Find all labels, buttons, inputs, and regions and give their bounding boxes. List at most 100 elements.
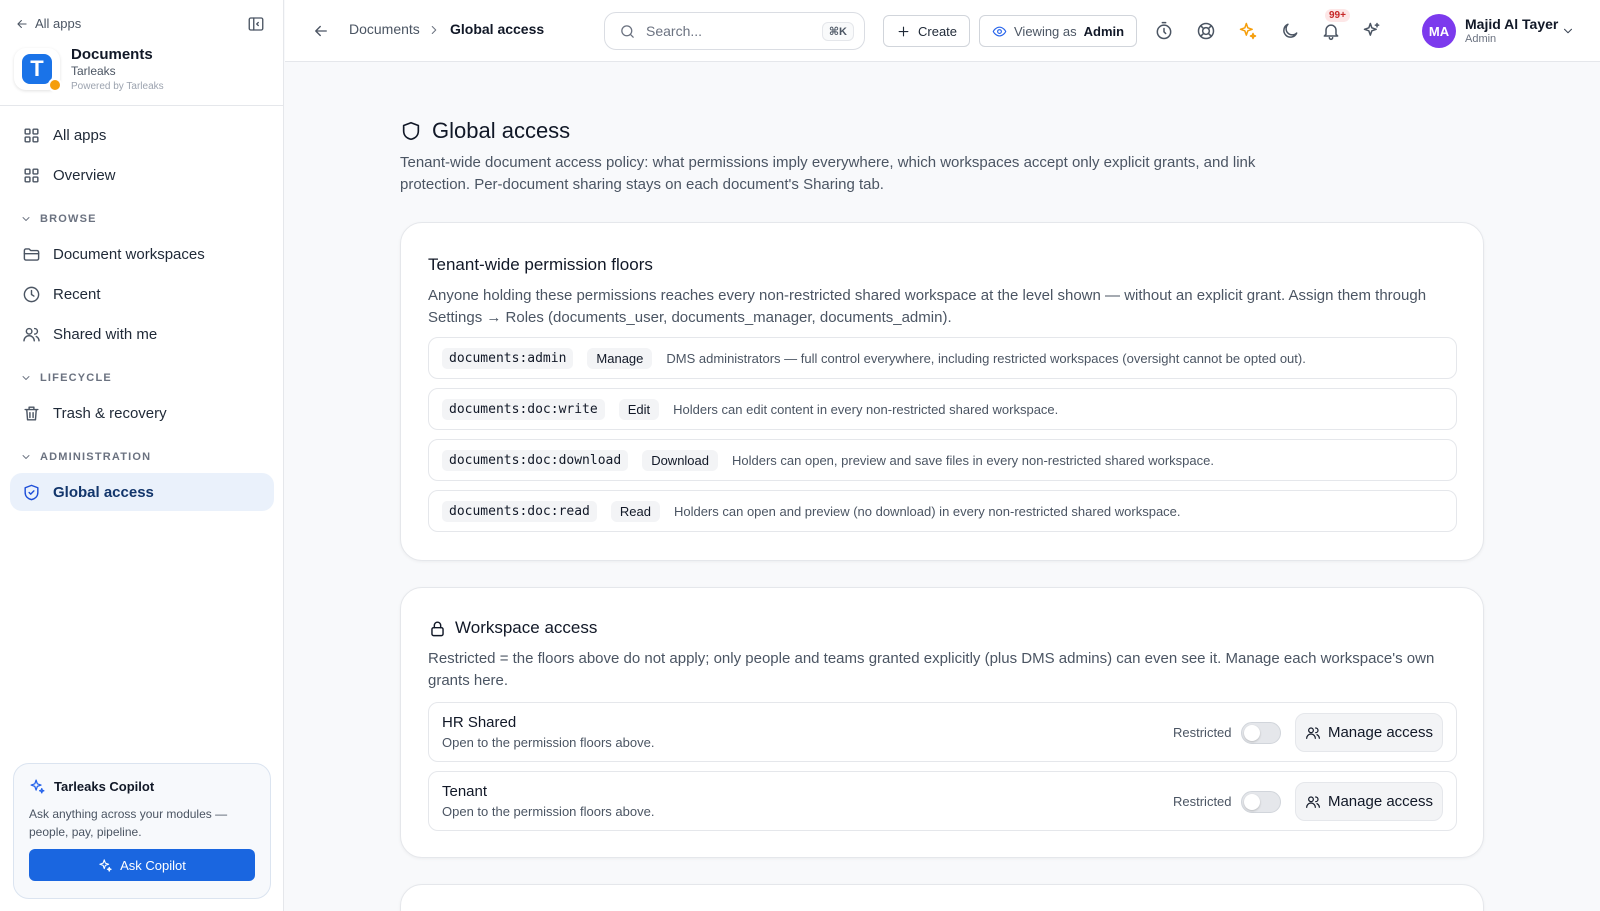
user-avatar[interactable]: MA [1422, 14, 1456, 48]
page-title: Global access [400, 118, 570, 144]
notification-count-badge: 99+ [1325, 9, 1350, 22]
permission-code: documents:admin [442, 347, 574, 369]
workspace-row: HR Shared Open to the permission floors … [428, 702, 1457, 762]
permission-row: documents:admin Manage DMS administrator… [428, 337, 1457, 379]
workspace-access-title: Workspace access [428, 618, 597, 638]
page-description: Tenant-wide document access policy: what… [400, 154, 1256, 193]
shield-check-icon [24, 484, 39, 500]
app-org: Tarleaks [71, 64, 116, 78]
bell-icon[interactable] [1321, 21, 1341, 41]
app-logo: T [14, 48, 62, 92]
sidebar-item-global-access[interactable]: Global access [10, 473, 274, 511]
permission-floors-card: Tenant-wide permission floors Anyone hol… [400, 222, 1484, 561]
back-arrow-icon[interactable] [312, 22, 330, 40]
manage-access-label: Manage access [1327, 793, 1434, 810]
search-icon [621, 24, 634, 38]
manage-access-button[interactable]: Manage access [1295, 713, 1443, 752]
sidebar-item-trash-recovery[interactable]: Trash & recovery [10, 394, 274, 432]
manage-access-button[interactable]: Manage access [1295, 782, 1443, 821]
viewing-as-button[interactable]: Viewing as Admin [979, 15, 1138, 47]
app-powered-by: Powered by Tarleaks [71, 81, 164, 92]
collapse-sidebar-icon[interactable] [247, 15, 265, 33]
permission-description: Holders can edit content in every non-re… [673, 401, 1059, 417]
permission-floors-title: Tenant-wide permission floors [428, 255, 653, 274]
workspace-access-title-text: Workspace access [455, 618, 598, 637]
workspace-name: Tenant [442, 783, 488, 800]
section-label: LIFECYCLE [40, 372, 112, 384]
section-label: BROWSE [40, 213, 97, 225]
create-button[interactable]: Create [883, 15, 971, 47]
sidebar-item-label: Global access [53, 483, 154, 501]
moon-icon[interactable] [1280, 21, 1300, 41]
permission-level-badge: Read [610, 500, 660, 522]
search-input[interactable] [646, 23, 812, 39]
app-logo-badge [48, 78, 62, 92]
workspace-status: Open to the permission floors above. [442, 804, 655, 819]
restricted-toggle[interactable] [1241, 722, 1281, 744]
ask-copilot-label: Ask Copilot [120, 857, 186, 873]
grid-icon [24, 167, 39, 183]
permission-description: Holders can open and preview (no downloa… [673, 503, 1181, 519]
grid-icon [24, 127, 39, 143]
users-icon [1306, 795, 1320, 808]
copilot-description: Ask anything across your modules — peopl… [29, 807, 228, 839]
permission-row: documents:doc:read Read Holders can open… [428, 490, 1457, 532]
sidebar-item-label: Document workspaces [53, 245, 205, 263]
eye-icon [992, 26, 1007, 36]
restricted-toggle[interactable] [1241, 791, 1281, 813]
section-browse-toggle[interactable]: BROWSE [20, 213, 97, 225]
user-name: Majid Al Tayer [1465, 16, 1559, 32]
permission-row: documents:doc:download Download Holders … [428, 439, 1457, 481]
sidebar-item-all-apps[interactable]: All apps [10, 116, 274, 154]
workspace-name: HR Shared [442, 714, 517, 731]
permission-level-badge: Edit [618, 398, 660, 420]
search-box[interactable]: ⌘K [604, 12, 865, 50]
help-lifebuoy-icon[interactable] [1196, 21, 1216, 41]
section-administration-toggle[interactable]: ADMINISTRATION [20, 451, 151, 463]
plus-icon [898, 26, 909, 36]
sidebar: All apps T Documents Tarleaks Powered by… [0, 0, 284, 911]
sidebar-item-recent[interactable]: Recent [10, 275, 274, 313]
sidebar-item-overview[interactable]: Overview [10, 156, 274, 194]
toggle-knob [1244, 794, 1260, 810]
shield-icon [402, 121, 420, 141]
all-apps-label: All apps [35, 16, 82, 31]
app-name: Documents [71, 46, 153, 63]
timer-icon[interactable] [1154, 21, 1174, 41]
permission-description: Holders can open, preview and save files… [732, 452, 1214, 468]
permission-description: DMS administrators — full control everyw… [666, 350, 1306, 366]
page-title-text: Global access [432, 118, 571, 143]
viewing-as-role: Admin [1083, 23, 1125, 39]
chevron-down-icon[interactable] [1561, 24, 1575, 38]
ask-copilot-button[interactable]: Ask Copilot [29, 849, 255, 881]
workspace-access-description: Restricted = the floors above do not app… [428, 650, 1435, 689]
sidebar-item-label: Shared with me [53, 325, 158, 343]
arrow-left-icon [17, 19, 27, 28]
section-lifecycle-toggle[interactable]: LIFECYCLE [20, 372, 112, 384]
breadcrumb-documents[interactable]: Documents [349, 21, 420, 37]
copilot-header: Tarleaks Copilot [29, 778, 255, 795]
users-icon [23, 327, 40, 342]
sidebar-item-document-workspaces[interactable]: Document workspaces [10, 235, 274, 273]
sidebar-item-label: All apps [53, 126, 107, 144]
permission-code: documents:doc:write [442, 398, 605, 420]
lock-icon [431, 621, 444, 636]
app-logo-mark: T [22, 54, 52, 84]
permission-code: documents:doc:download [442, 449, 629, 471]
section-label: ADMINISTRATION [40, 451, 152, 463]
ai-sparkles-icon[interactable] [1362, 21, 1382, 41]
restricted-label: Restricted [1173, 794, 1232, 809]
users-icon [1306, 726, 1320, 739]
copilot-title: Tarleaks Copilot [54, 779, 155, 794]
copilot-card: Tarleaks Copilot Ask anything across you… [13, 763, 271, 899]
all-apps-link[interactable]: All apps [15, 16, 81, 31]
chevron-right-icon [431, 25, 437, 35]
sidebar-item-label: Overview [53, 166, 116, 184]
breadcrumb-global-access: Global access [450, 21, 545, 37]
workspace-row: Tenant Open to the permission floors abo… [428, 771, 1457, 831]
sparkles-icon[interactable] [1238, 21, 1258, 41]
chevron-down-icon [22, 217, 30, 221]
trash-icon [24, 405, 39, 421]
sidebar-item-shared-with-me[interactable]: Shared with me [10, 315, 274, 353]
permission-level-badge: Download [642, 449, 719, 471]
